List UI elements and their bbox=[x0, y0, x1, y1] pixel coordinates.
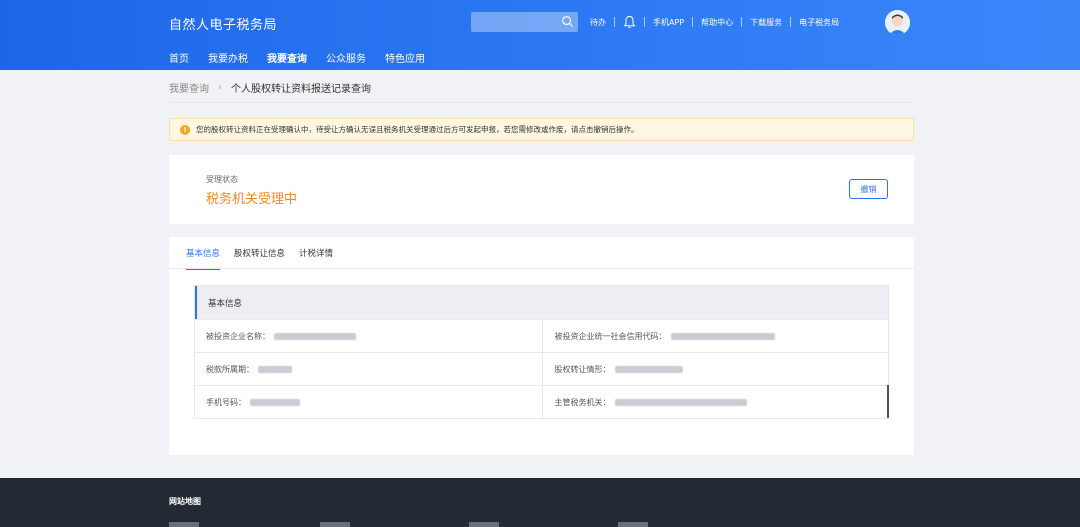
scrollbar[interactable] bbox=[887, 385, 889, 418]
divider bbox=[741, 17, 743, 27]
footer-link[interactable] bbox=[469, 522, 499, 527]
nav-handle-tax[interactable]: 我要办税 bbox=[208, 50, 248, 65]
help-center-link[interactable]: 帮助中心 bbox=[701, 17, 733, 28]
info-cell: 税款所属期： bbox=[195, 353, 542, 385]
table-row: 手机号码： 主管税务机关： bbox=[195, 385, 888, 418]
info-cell: 被投资企业名称： bbox=[195, 320, 542, 352]
divider bbox=[692, 17, 694, 27]
breadcrumb: 我要查询 › 个人股权转让资料报送记录查询 bbox=[169, 80, 371, 95]
info-cell: 主管税务机关： bbox=[541, 386, 889, 418]
tabs-divider bbox=[169, 268, 914, 269]
info-cell: 股权转让情形： bbox=[541, 353, 889, 385]
info-cell: 被投资企业统一社会信用代码： bbox=[541, 320, 889, 352]
search-input[interactable] bbox=[471, 12, 578, 32]
footer-link[interactable] bbox=[169, 522, 199, 527]
breadcrumb-divider bbox=[169, 102, 914, 103]
tab-equity-transfer-info[interactable]: 股权转让信息 bbox=[234, 247, 285, 270]
main-nav: 首页 我要办税 我要查询 公众服务 特色应用 bbox=[169, 50, 444, 65]
field-label: 手机号码： bbox=[206, 397, 246, 407]
footer-link[interactable] bbox=[618, 522, 648, 527]
redacted-value bbox=[614, 398, 747, 406]
user-avatar[interactable] bbox=[885, 10, 910, 35]
site-brand[interactable]: 自然人电子税务局 bbox=[169, 14, 277, 33]
basic-info-header: 基本信息 bbox=[195, 286, 888, 319]
divider bbox=[644, 17, 645, 27]
status-card: 受理状态 税务机关受理中 撤销 bbox=[169, 155, 914, 224]
tab-tax-details[interactable]: 计税详情 bbox=[299, 247, 333, 270]
bell-icon[interactable] bbox=[623, 15, 636, 29]
todo-link[interactable]: 待办 bbox=[590, 17, 606, 28]
notice-bar: ! 您的股权转让资料正在受理确认中，待受让方确认无误且税务机关受理通过后方可发起… bbox=[169, 118, 914, 141]
info-cell: 手机号码： bbox=[195, 386, 542, 418]
download-link[interactable]: 下载服务 bbox=[750, 17, 782, 28]
nav-public-service[interactable]: 公众服务 bbox=[326, 50, 366, 65]
footer-link[interactable] bbox=[320, 522, 350, 527]
top-header: 自然人电子税务局 待办 手机APP 帮助中心 下载服务 电子税务局 首页 我要办… bbox=[0, 0, 1080, 70]
notice-text: 您的股权转让资料正在受理确认中，待受让方确认无误且税务机关受理通过后方可发起申报… bbox=[196, 125, 639, 134]
divider bbox=[790, 17, 792, 27]
site-footer: 网站地图 bbox=[0, 478, 1080, 527]
footer-sitemap-title: 网站地图 bbox=[169, 497, 201, 506]
avatar-icon bbox=[885, 10, 910, 35]
redacted-value bbox=[614, 365, 683, 373]
table-row: 税款所属期： 股权转让情形： bbox=[195, 352, 888, 385]
revoke-button[interactable]: 撤销 bbox=[849, 179, 888, 199]
status-label: 受理状态 bbox=[206, 175, 238, 184]
redacted-value bbox=[274, 332, 356, 340]
field-label: 税款所属期： bbox=[206, 364, 254, 374]
tab-basic-info[interactable]: 基本信息 bbox=[186, 247, 221, 270]
breadcrumb-root[interactable]: 我要查询 bbox=[169, 80, 209, 95]
redacted-value bbox=[670, 332, 775, 340]
detail-tabs: 基本信息 股权转让信息 计税详情 bbox=[186, 247, 347, 270]
search-icon[interactable] bbox=[561, 15, 574, 28]
status-value: 税务机关受理中 bbox=[206, 192, 298, 207]
nav-featured-apps[interactable]: 特色应用 bbox=[385, 50, 425, 65]
etax-link[interactable]: 电子税务局 bbox=[799, 17, 839, 28]
nav-home[interactable]: 首页 bbox=[169, 50, 189, 65]
mobile-app-link[interactable]: 手机APP bbox=[653, 17, 684, 28]
field-label: 被投资企业统一社会信用代码： bbox=[554, 331, 667, 341]
nav-query[interactable]: 我要查询 bbox=[267, 50, 307, 65]
chevron-right-icon: › bbox=[218, 82, 222, 93]
warning-icon: ! bbox=[180, 124, 190, 135]
top-links: 待办 手机APP 帮助中心 下载服务 电子税务局 bbox=[590, 12, 839, 32]
redacted-value bbox=[250, 398, 300, 406]
basic-info-table: 基本信息 被投资企业名称： 被投资企业统一社会信用代码： 税款所属期： 股权转让… bbox=[194, 285, 889, 419]
field-label: 主管税务机关： bbox=[554, 397, 611, 407]
field-label: 被投资企业名称： bbox=[206, 331, 270, 341]
breadcrumb-current: 个人股权转让资料报送记录查询 bbox=[231, 84, 371, 95]
table-row: 被投资企业名称： 被投资企业统一社会信用代码： bbox=[195, 319, 888, 352]
detail-card: 基本信息 股权转让信息 计税详情 基本信息 被投资企业名称： 被投资企业统一社会… bbox=[169, 237, 914, 455]
redacted-value bbox=[258, 365, 292, 373]
field-label: 股权转让情形： bbox=[554, 364, 611, 374]
divider bbox=[614, 17, 615, 27]
